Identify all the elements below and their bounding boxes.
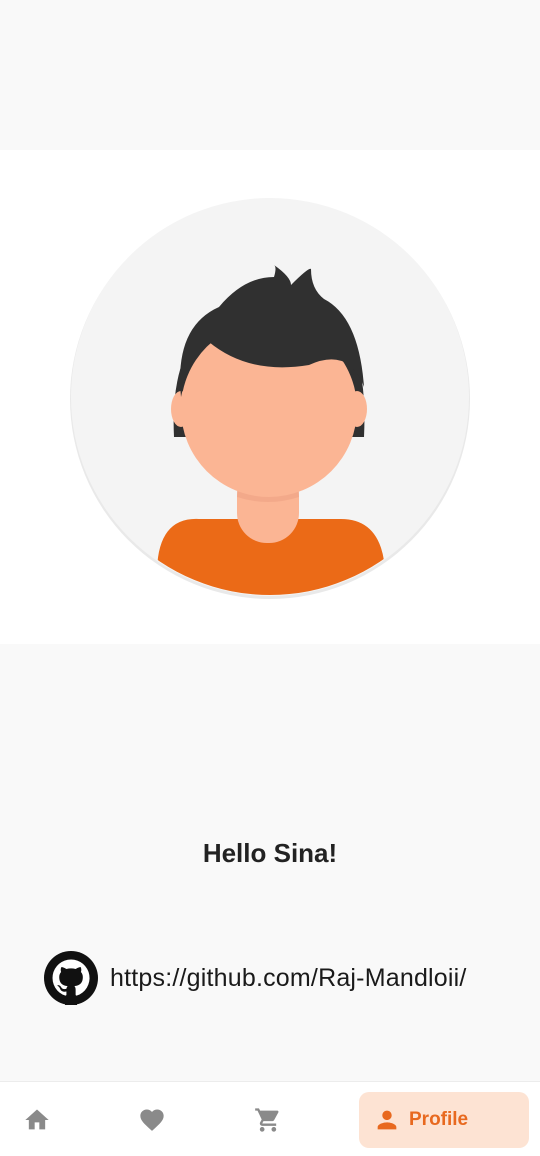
nav-home-button[interactable] bbox=[14, 1092, 60, 1148]
github-icon[interactable] bbox=[44, 951, 98, 1005]
person-icon bbox=[373, 1106, 401, 1134]
cart-icon bbox=[254, 1106, 282, 1134]
nav-favorites-button[interactable] bbox=[129, 1092, 175, 1148]
nav-profile-label: Profile bbox=[409, 1109, 469, 1130]
home-icon bbox=[23, 1106, 51, 1134]
greeting-text: Hello Sina! bbox=[202, 838, 338, 868]
github-link-text[interactable]: https://github.com/Raj-Mandloii/ bbox=[110, 964, 467, 993]
github-link-row[interactable]: https://github.com/Raj-Mandloii/ bbox=[44, 951, 467, 1005]
avatar-panel bbox=[0, 150, 540, 644]
nav-cart-button[interactable] bbox=[245, 1092, 291, 1148]
nav-profile-button[interactable]: Profile bbox=[359, 1092, 529, 1148]
top-spacer bbox=[0, 0, 540, 150]
heart-icon bbox=[138, 1106, 166, 1134]
bottom-navigation: Profile bbox=[0, 1081, 540, 1156]
avatar bbox=[69, 197, 471, 599]
